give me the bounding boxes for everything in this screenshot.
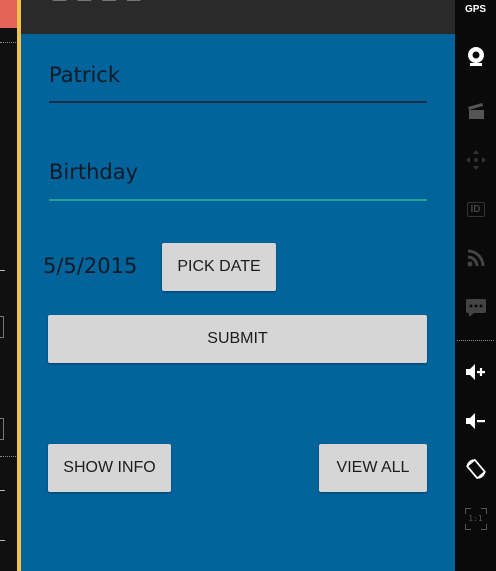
- sms-icon[interactable]: [455, 294, 496, 322]
- action-bar: ▬ ▬ ▬ ▬: [21, 0, 455, 34]
- rss-icon[interactable]: [455, 244, 496, 272]
- action-bar-title-cutoff: ▬ ▬ ▬ ▬: [51, 0, 191, 7]
- left-panel-box: [0, 316, 4, 338]
- left-panel-tick: [0, 540, 5, 541]
- left-panel-edge: [0, 0, 18, 571]
- dpad-icon[interactable]: [455, 145, 496, 175]
- birthday-input-underline: [49, 199, 427, 201]
- left-panel-tick: [0, 270, 5, 271]
- birthday-input-placeholder: Birthday: [49, 160, 139, 184]
- submit-button[interactable]: SUBMIT: [48, 315, 427, 363]
- show-info-button[interactable]: SHOW INFO: [48, 444, 171, 492]
- name-input-value: Patrick: [49, 63, 120, 87]
- view-all-button[interactable]: VIEW ALL: [319, 444, 427, 492]
- birthday-input[interactable]: Birthday: [49, 160, 427, 204]
- sidebar-divider: [457, 340, 494, 341]
- selected-date-text: 5/5/2015: [43, 254, 138, 278]
- emulator-sidebar: GPS ID 1:1: [455, 0, 496, 571]
- name-input-underline: [49, 101, 427, 103]
- rotate-icon[interactable]: [455, 454, 496, 484]
- name-input[interactable]: Patrick: [49, 63, 427, 105]
- app-screen: ▬ ▬ ▬ ▬ Patrick Birthday 5/5/2015 PICK D…: [21, 0, 455, 571]
- id-icon[interactable]: ID: [455, 196, 496, 222]
- webcam-icon[interactable]: [455, 42, 496, 72]
- volume-down-icon[interactable]: [455, 407, 496, 435]
- left-panel-tick: [0, 490, 5, 491]
- left-panel-divider: [0, 42, 16, 43]
- volume-up-icon[interactable]: [455, 358, 496, 386]
- left-panel-red-block: [0, 0, 18, 28]
- left-panel-divider: [0, 456, 16, 457]
- scale-icon[interactable]: 1:1: [455, 504, 496, 534]
- movie-clapper-icon[interactable]: [455, 98, 496, 124]
- gps-icon[interactable]: GPS: [455, 2, 496, 16]
- left-panel-box: [0, 418, 4, 440]
- pick-date-button[interactable]: PICK DATE: [162, 243, 276, 291]
